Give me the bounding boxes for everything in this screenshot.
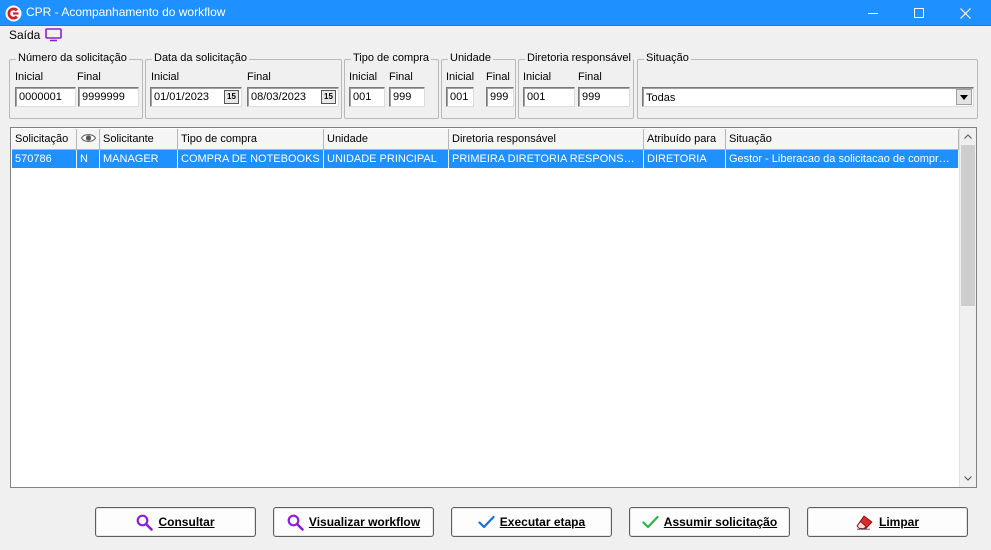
diretoria-inicial-field[interactable]: 001 xyxy=(523,87,575,107)
maximize-icon xyxy=(914,8,924,18)
search-icon xyxy=(137,514,154,531)
column-header-unidade[interactable]: Unidade xyxy=(324,129,449,150)
column-header-visualizado[interactable] xyxy=(77,129,100,150)
cell-diretoria: PRIMEIRA DIRETORIA RESPONSAVEL xyxy=(449,150,644,168)
group-legend: Tipo de compra xyxy=(351,52,432,64)
eraser-icon xyxy=(856,514,873,530)
label-final: Final xyxy=(389,71,413,83)
chevron-down-icon xyxy=(964,476,972,481)
cell-tipo-compra: COMPRA DE NOTEBOOKS xyxy=(178,150,324,168)
tipo-inicial-field[interactable]: 001 xyxy=(349,87,385,107)
cell-unidade: UNIDADE PRINCIPAL xyxy=(324,150,449,168)
column-header-atribuido[interactable]: Atribuído para xyxy=(644,129,726,150)
label-inicial: Inicial xyxy=(446,71,475,83)
label-final: Final xyxy=(77,71,101,83)
calendar-icon[interactable]: 15 xyxy=(224,90,239,104)
minimize-button[interactable] xyxy=(850,0,896,26)
unidade-final-field[interactable]: 999 xyxy=(486,87,514,107)
cell-atribuido: DIRETORIA xyxy=(644,150,726,168)
cell-solicitante: MANAGER xyxy=(100,150,178,168)
group-legend: Unidade xyxy=(448,52,493,64)
limpar-button[interactable]: Limpar xyxy=(807,507,968,537)
menu-saida[interactable]: Saída xyxy=(9,28,40,42)
visualizar-label: Visualizar workflow xyxy=(308,515,421,529)
visualizar-workflow-button[interactable]: Visualizar workflow xyxy=(273,507,434,537)
close-button[interactable] xyxy=(942,0,988,26)
data-inicial-value: 01/01/2023 xyxy=(154,91,210,103)
close-icon xyxy=(959,7,971,19)
data-inicial-field[interactable]: 01/01/2023 15 xyxy=(150,87,242,107)
unidade-inicial-field[interactable]: 001 xyxy=(446,87,474,107)
eye-icon xyxy=(80,134,97,142)
situacao-selected-value: Todas xyxy=(646,92,676,104)
label-final: Final xyxy=(247,71,271,83)
chevron-down-icon xyxy=(960,94,968,100)
minimize-icon xyxy=(868,13,878,14)
cell-situacao: Gestor - Liberacao da solicitacao de com… xyxy=(726,150,959,168)
consultar-button[interactable]: Consultar xyxy=(95,507,256,537)
checkmark-icon xyxy=(478,515,495,529)
group-situacao: Situação Todas xyxy=(637,52,978,119)
group-data-solicitacao: Data da solicitação Inicial Final 01/01/… xyxy=(145,52,342,119)
title-bar: CPR - Acompanhamento do workflow xyxy=(0,0,991,26)
group-diretoria: Diretoria responsável Inicial Final 001 … xyxy=(518,52,634,119)
scroll-down-button[interactable] xyxy=(960,470,976,487)
label-final: Final xyxy=(486,71,510,83)
cell-solicitacao: 570786 xyxy=(12,150,77,168)
label-inicial: Inicial xyxy=(151,71,180,83)
table-row[interactable]: 570786 N MANAGER COMPRA DE NOTEBOOKS UNI… xyxy=(12,150,959,168)
data-final-field[interactable]: 08/03/2023 15 xyxy=(247,87,339,107)
group-tipo-compra: Tipo de compra Inicial Final 001 999 xyxy=(344,52,439,119)
consultar-label: Consultar xyxy=(158,515,215,529)
column-header-solicitante[interactable]: Solicitante xyxy=(100,129,178,150)
column-header-tipo-compra[interactable]: Tipo de compra xyxy=(178,129,324,150)
checkmark-icon xyxy=(642,515,659,529)
column-header-solicitacao[interactable]: Solicitação xyxy=(12,129,77,150)
assumir-label: Assumir solicitação xyxy=(663,515,778,529)
column-header-situacao[interactable]: Situação xyxy=(726,129,959,150)
cpr-logo-icon xyxy=(5,5,22,22)
executar-label: Executar etapa xyxy=(499,515,586,529)
group-unidade: Unidade Inicial Final 001 999 xyxy=(441,52,516,119)
numero-final-field[interactable]: 9999999 xyxy=(78,87,139,107)
situacao-select[interactable]: Todas xyxy=(642,87,974,107)
scroll-thumb[interactable] xyxy=(961,145,975,306)
label-final: Final xyxy=(578,71,602,83)
limpar-label: Limpar xyxy=(878,515,919,529)
monitor-icon[interactable] xyxy=(45,28,62,42)
grid-header: Solicitação Solicitante Tipo de compra U… xyxy=(12,129,959,150)
group-legend: Diretoria responsável xyxy=(525,52,633,64)
chevron-up-icon xyxy=(964,134,972,139)
scroll-up-button[interactable] xyxy=(960,128,976,145)
executar-etapa-button[interactable]: Executar etapa xyxy=(451,507,612,537)
group-legend: Número da solicitação xyxy=(16,52,129,64)
label-inicial: Inicial xyxy=(349,71,378,83)
column-header-diretoria[interactable]: Diretoria responsável xyxy=(449,129,644,150)
calendar-icon[interactable]: 15 xyxy=(321,90,336,104)
label-inicial: Inicial xyxy=(15,71,44,83)
numero-inicial-field[interactable]: 0000001 xyxy=(15,87,76,107)
tipo-final-field[interactable]: 999 xyxy=(389,87,425,107)
group-numero-solicitacao: Número da solicitação Inicial Final 0000… xyxy=(9,52,143,119)
diretoria-final-field[interactable]: 999 xyxy=(578,87,630,107)
group-legend: Data da solicitação xyxy=(152,52,249,64)
data-final-value: 08/03/2023 xyxy=(251,91,307,103)
cell-visualizado: N xyxy=(77,150,100,168)
maximize-button[interactable] xyxy=(896,0,942,26)
assumir-solicitacao-button[interactable]: Assumir solicitação xyxy=(629,507,790,537)
menu-bar: Saída xyxy=(0,26,991,46)
group-legend: Situação xyxy=(644,52,691,64)
window-title: CPR - Acompanhamento do workflow xyxy=(26,5,226,19)
search-icon xyxy=(287,514,304,531)
workflow-grid[interactable]: Solicitação Solicitante Tipo de compra U… xyxy=(10,127,977,488)
dropdown-button[interactable] xyxy=(956,89,972,105)
label-inicial: Inicial xyxy=(523,71,552,83)
vertical-scrollbar[interactable] xyxy=(959,128,976,487)
